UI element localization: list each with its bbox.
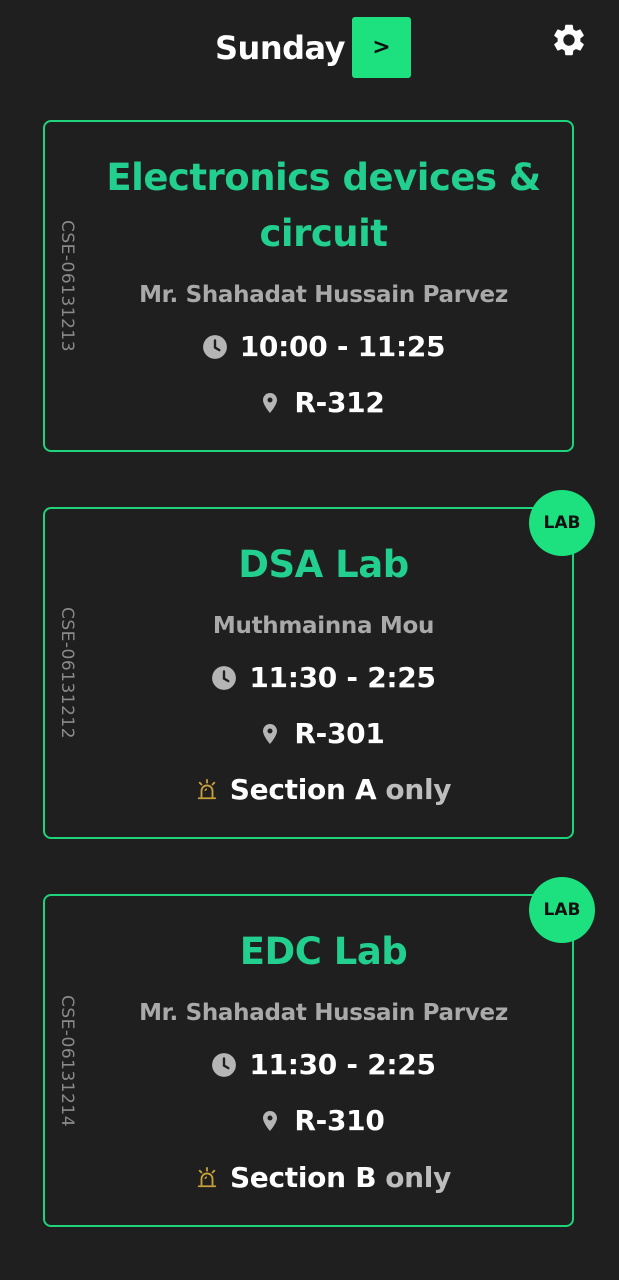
room-number: R-301 [294, 717, 385, 750]
lab-badge: LAB [529, 490, 595, 556]
app-header: Sunday > [0, 0, 619, 100]
course-code: CSE-06131212 [57, 606, 78, 740]
room-number: R-310 [294, 1104, 385, 1137]
next-day-button[interactable]: > [352, 17, 411, 78]
class-card[interactable]: CSE-06131214 EDC Lab Mr. Shahadat Hussai… [43, 877, 595, 1227]
section-row: Section Aonly [85, 772, 562, 808]
course-title: DSA Lab [238, 543, 409, 586]
room-row: R-310 [85, 1103, 562, 1139]
course-title: Electronics devices & circuit [106, 156, 541, 255]
section-suffix: only [385, 773, 452, 806]
location-pin-icon [263, 393, 278, 413]
lab-badge: LAB [529, 877, 595, 943]
section-label: Section B [229, 1161, 377, 1194]
time-row: 11:30 - 2:25 [85, 1047, 562, 1083]
time-row: 11:30 - 2:25 [85, 660, 562, 696]
location-pin-icon [263, 1111, 278, 1131]
course-code: CSE-06131213 [57, 219, 78, 353]
class-time: 10:00 - 11:25 [239, 330, 446, 363]
clock-icon [212, 1053, 237, 1077]
day-title: Sunday [215, 29, 345, 67]
class-time: 11:30 - 2:25 [249, 661, 436, 694]
alarm-icon [197, 1167, 217, 1188]
room-row: R-301 [85, 716, 562, 752]
section-suffix: only [385, 1161, 452, 1194]
class-card[interactable]: CSE-06131212 DSA Lab Muthmainna Mou 11:3… [43, 490, 595, 839]
room-number: R-312 [294, 386, 385, 419]
section-label: Section A [229, 773, 377, 806]
teacher-name: Muthmainna Mou [212, 613, 435, 639]
class-time: 11:30 - 2:25 [249, 1048, 436, 1081]
time-row: 10:00 - 11:25 [85, 329, 562, 365]
teacher-name: Mr. Shahadat Hussain Parvez [139, 1000, 508, 1026]
gear-icon[interactable] [550, 21, 588, 59]
location-pin-icon [263, 724, 278, 744]
course-title: EDC Lab [239, 930, 408, 973]
clock-icon [202, 335, 227, 359]
course-code: CSE-06131214 [57, 994, 78, 1127]
section-row: Section Bonly [85, 1160, 562, 1196]
clock-icon [212, 666, 237, 690]
alarm-icon [197, 779, 216, 800]
class-card[interactable]: CSE-06131213 Electronics devices & circu… [43, 120, 574, 452]
teacher-name: Mr. Shahadat Hussain Parvez [139, 282, 508, 308]
room-row: R-312 [85, 385, 562, 421]
